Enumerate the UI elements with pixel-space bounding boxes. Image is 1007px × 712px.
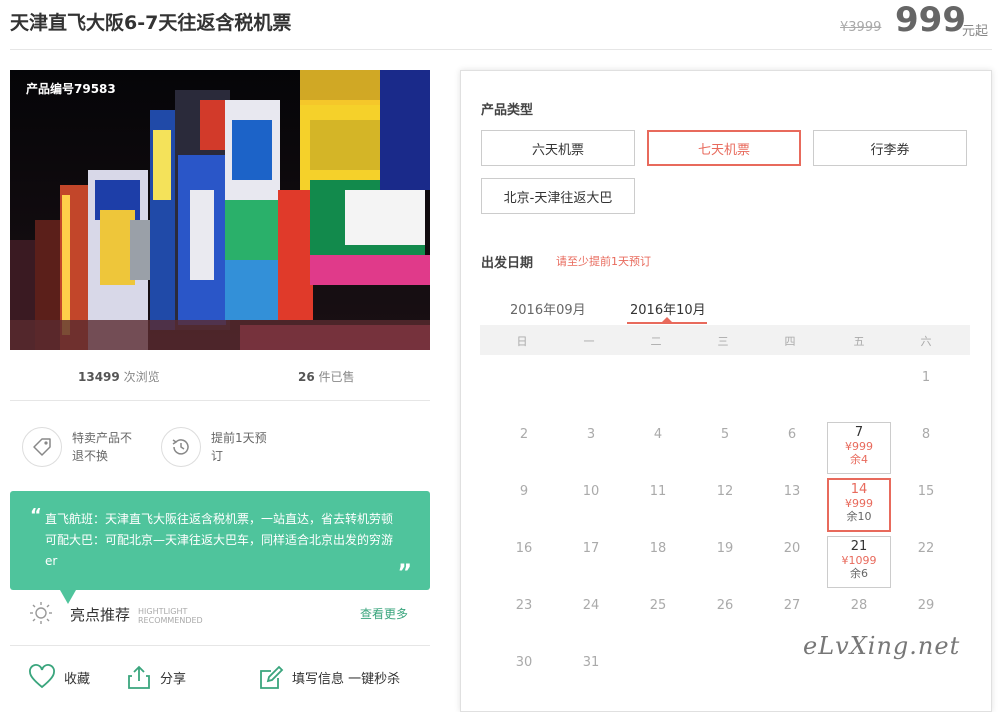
- calendar-day-available[interactable]: 21 ¥1099 余6: [827, 536, 891, 588]
- weekday: 五: [853, 335, 865, 348]
- month-active-bar: [627, 322, 707, 324]
- highlight-divider: [10, 645, 430, 646]
- weekday: 四: [784, 335, 796, 348]
- day-remaining: 余6: [850, 567, 868, 580]
- original-price: ¥3999: [840, 20, 882, 35]
- month-tab-oct[interactable]: 2016年10月: [630, 299, 706, 318]
- booking-panel: 产品类型 六天机票 七天机票 行李券 北京-天津往返大巴 出发日期 请至少提前1…: [460, 70, 992, 712]
- weekday-header: 日 一 二 三 四 五 六: [480, 325, 970, 355]
- price-unit: 元起: [962, 24, 989, 39]
- highlight-title: 亮点推荐: [70, 606, 131, 624]
- share-label: 分享: [160, 671, 187, 687]
- sold-label: 件已售: [318, 370, 355, 384]
- highlight-header: 亮点推荐 HIGHTLIGHT RECOMMENDED 查看更多: [28, 598, 418, 628]
- feature-no-refund-text: 特卖产品不退不换: [72, 431, 133, 463]
- type-option-7day[interactable]: 七天机票: [647, 130, 801, 166]
- calendar-day: 20: [783, 541, 801, 556]
- favorite-label: 收藏: [64, 671, 91, 687]
- calendar-day: 3: [586, 427, 596, 442]
- product-photo[interactable]: 产品编号79583: [10, 70, 430, 350]
- view-more-link[interactable]: 查看更多: [360, 605, 408, 622]
- edit-icon: [260, 665, 284, 689]
- day-price: ¥999: [845, 497, 873, 510]
- highlight-en-2: RECOMMENDED: [138, 616, 203, 625]
- sold-count: 26: [298, 370, 315, 384]
- type-option-bus[interactable]: 北京-天津往返大巴: [481, 178, 635, 214]
- calendar-day: 31: [582, 655, 600, 670]
- osaka-night-signs-image: [10, 70, 430, 350]
- quote-line-1: 直飞航班：天津直飞大阪往返含税机票，一站直达，省去转机劳顿: [45, 512, 394, 526]
- type-option-luggage[interactable]: 行李券: [813, 130, 967, 166]
- calendar-day: 1: [921, 370, 931, 385]
- header-divider: [10, 49, 992, 50]
- quote-line-3: er: [45, 554, 58, 568]
- favorite-button[interactable]: 收藏: [28, 664, 90, 690]
- calendar-day: 22: [917, 541, 935, 556]
- day-price: ¥1099: [841, 554, 877, 567]
- highlight-quote-box: “ 直飞航班：天津直飞大阪往返含税机票，一站直达，省去转机劳顿 可配大巴：可配北…: [10, 491, 430, 590]
- month-tab-sep[interactable]: 2016年09月: [510, 299, 586, 318]
- type-option-6day[interactable]: 六天机票: [481, 130, 635, 166]
- feature-advance-booking-text: 提前1天预订: [211, 431, 267, 463]
- quote-line-2: 可配大巴：可配北京—天津往返大巴车，同样适合北京出发的穷游: [45, 533, 394, 547]
- views-count: 13499: [78, 370, 120, 384]
- stats-divider: [10, 400, 430, 401]
- day-price: ¥999: [845, 440, 873, 453]
- calendar-day: 9: [519, 484, 529, 499]
- calendar-day: 30: [515, 655, 533, 670]
- departure-date-label: 出发日期: [481, 256, 534, 271]
- calendar-day: 18: [649, 541, 667, 556]
- calendar-day: 10: [582, 484, 600, 499]
- sun-icon: [28, 600, 54, 630]
- product-id: 产品编号79583: [26, 82, 116, 96]
- calendar-day: 17: [582, 541, 600, 556]
- calendar-day: 16: [515, 541, 533, 556]
- quote-open-icon: “: [30, 505, 42, 526]
- sold-stat: 26 件已售: [298, 368, 355, 385]
- quote-close-icon: ”: [397, 561, 412, 586]
- calendar-day: 19: [716, 541, 734, 556]
- calendar-day-available[interactable]: 7 ¥999 余4: [827, 422, 891, 474]
- weekday: 一: [583, 335, 595, 348]
- calendar-day: 11: [649, 484, 667, 499]
- weekday: 三: [717, 335, 729, 348]
- product-type-label: 产品类型: [481, 103, 534, 118]
- calendar-day: 8: [921, 427, 931, 442]
- weekday: 六: [920, 335, 932, 348]
- calendar-day: 25: [649, 598, 667, 613]
- views-label: 次浏览: [123, 370, 160, 384]
- weekday: 二: [650, 335, 662, 348]
- history-clock-icon: [161, 427, 201, 467]
- feature-advance-booking: 提前1天预订: [161, 427, 275, 467]
- highlight-subtitle: HIGHTLIGHT RECOMMENDED: [138, 607, 203, 625]
- calendar-day: 4: [653, 427, 663, 442]
- calendar-day-selected[interactable]: 14 ¥999 余10: [827, 478, 891, 532]
- booking-note: 请至少提前1天预订: [556, 255, 651, 268]
- calendar-day: 26: [716, 598, 734, 613]
- day-remaining: 余10: [846, 510, 872, 523]
- calendar-day: 13: [783, 484, 801, 499]
- tag-icon: [22, 427, 62, 467]
- product-title: 天津直飞大阪6-7天往返含税机票: [10, 12, 292, 34]
- share-icon: [128, 665, 150, 689]
- calendar-day: 5: [720, 427, 730, 442]
- fill-info-button[interactable]: 填写信息 一键秒杀: [258, 664, 400, 690]
- calendar-day: 2: [519, 427, 529, 442]
- views-stat: 13499 次浏览: [78, 368, 160, 385]
- highlight-en-1: HIGHTLIGHT: [138, 607, 188, 616]
- day-remaining: 余4: [850, 453, 868, 466]
- site-watermark: eLvXing.net: [803, 632, 961, 660]
- share-button[interactable]: 分享: [126, 664, 186, 690]
- feature-no-refund: 特卖产品不退不换: [22, 427, 136, 467]
- calendar-day: 15: [917, 484, 935, 499]
- weekday: 日: [516, 335, 528, 348]
- calendar-day: 6: [787, 427, 797, 442]
- calendar-day: 23: [515, 598, 533, 613]
- current-price: 999: [895, 0, 966, 40]
- calendar-day: 24: [582, 598, 600, 613]
- heart-icon: [29, 664, 55, 689]
- fill-info-label: 填写信息 一键秒杀: [292, 671, 401, 687]
- calendar-day: 12: [716, 484, 734, 499]
